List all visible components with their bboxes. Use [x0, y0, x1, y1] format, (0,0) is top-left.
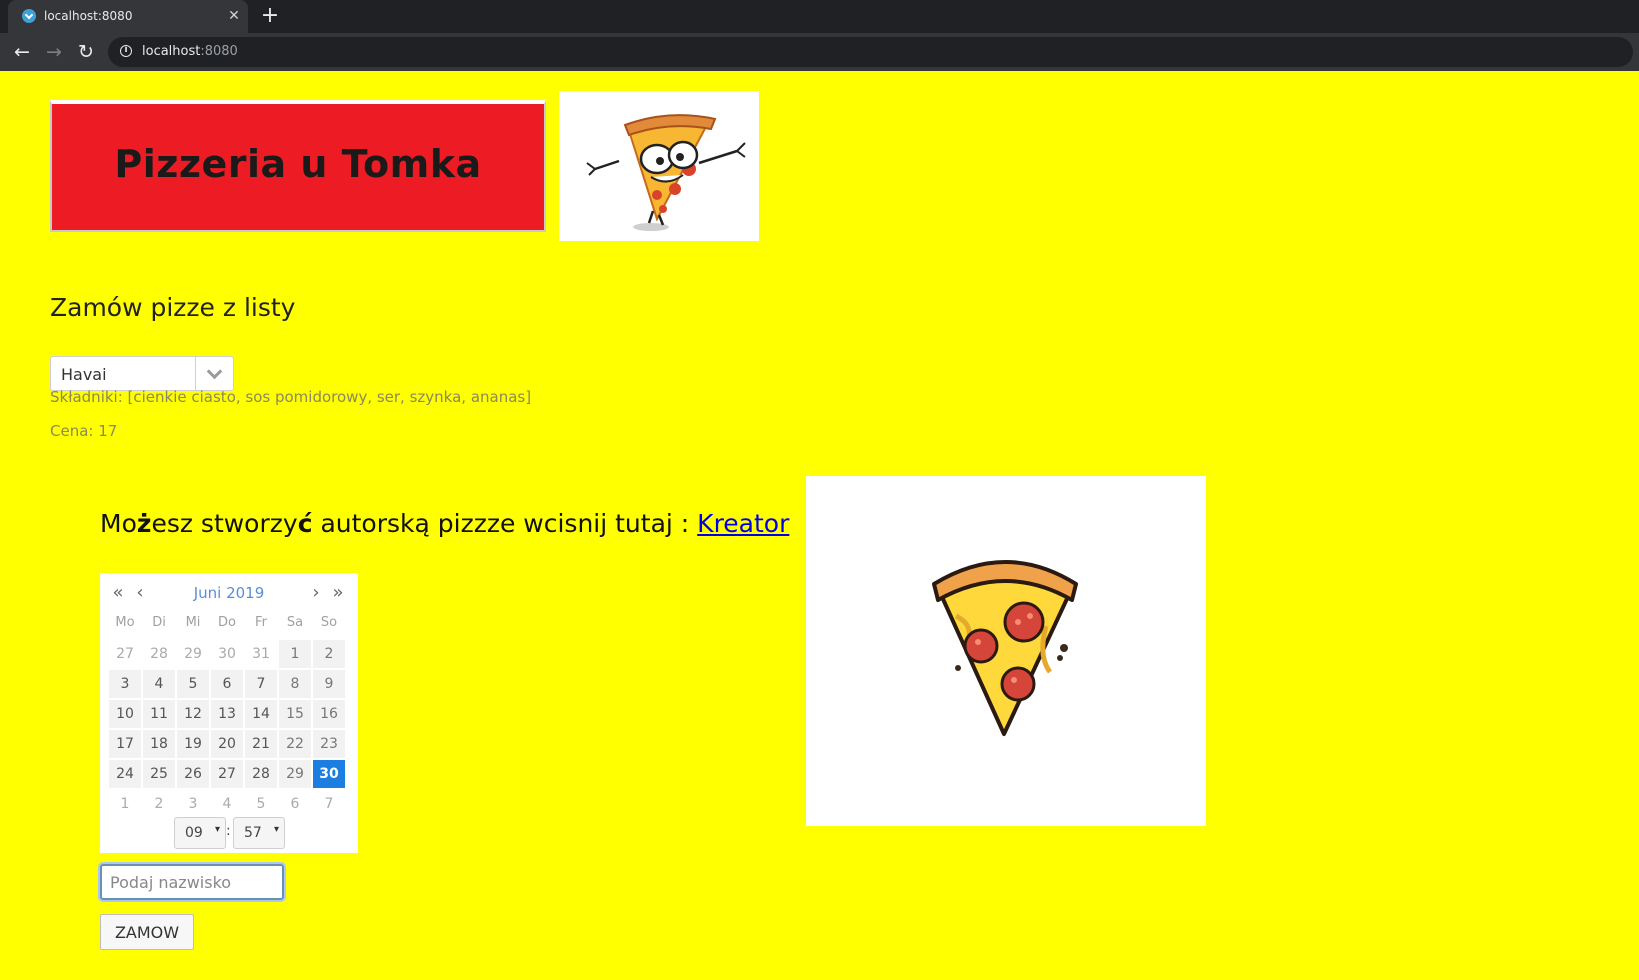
new-tab-icon[interactable]: + — [259, 5, 281, 27]
creator-text-1: Mo — [100, 509, 137, 538]
forward-icon[interactable]: → — [42, 40, 66, 64]
calendar-day[interactable]: 3 — [177, 790, 209, 818]
url-text: localhost:8080 — [142, 44, 238, 59]
calendar-day[interactable]: 6 — [211, 670, 243, 698]
calendar-day[interactable]: 28 — [245, 760, 277, 788]
creator-text-2: ż — [136, 509, 152, 538]
time-separator: : — [226, 823, 231, 839]
page-content: Pizzeria u Tomka Zamów pizze z listy Hav… — [0, 71, 1639, 980]
calendar-day[interactable]: 29 — [177, 640, 209, 668]
weekday-label: So — [320, 615, 338, 630]
caret-down-icon: ▾ — [273, 824, 279, 835]
order-button[interactable]: ZAMOW — [100, 914, 194, 950]
calendar-day[interactable]: 7 — [313, 790, 345, 818]
calendar-day[interactable]: 26 — [177, 760, 209, 788]
pizza-slice-icon — [932, 560, 1078, 736]
calendar-day[interactable]: 2 — [313, 640, 345, 668]
kreator-link[interactable]: Kreator — [697, 509, 789, 538]
calendar-day[interactable]: 30 — [313, 760, 345, 788]
calendar-day[interactable]: 22 — [279, 730, 311, 758]
pizza-select-value: Havai — [61, 365, 107, 384]
calendar-day[interactable]: 14 — [245, 700, 277, 728]
calendar-day[interactable]: 9 — [313, 670, 345, 698]
calendar-day[interactable]: 1 — [279, 640, 311, 668]
ingredients-text: Składniki: [cienkie ciasto, sos pomidoro… — [50, 388, 532, 406]
calendar-day[interactable]: 20 — [211, 730, 243, 758]
calendar-day[interactable]: 18 — [143, 730, 175, 758]
calendar-day[interactable]: 4 — [211, 790, 243, 818]
tab-title: localhost:8080 — [44, 9, 133, 23]
weekday-label: Fr — [255, 615, 267, 630]
weekday-label: Do — [218, 615, 236, 630]
caret-down-icon: ▾ — [214, 824, 220, 835]
creator-text-5: autorską pizzze wcisnij tutaj : — [312, 509, 698, 538]
calendar-day[interactable]: 3 — [109, 670, 141, 698]
browser-tab[interactable]: localhost:8080 ✕ — [8, 0, 248, 33]
calendar-day[interactable]: 28 — [143, 640, 175, 668]
url-host: localhost — [142, 44, 201, 59]
date-picker: « ‹ Juni 2019 › » Mo Di Mi Do Fr Sa So 27 28 29 30… — [100, 573, 358, 853]
calendar-day[interactable]: 17 — [109, 730, 141, 758]
calendar-day[interactable]: 6 — [279, 790, 311, 818]
calendar-day[interactable]: 5 — [245, 790, 277, 818]
calendar-day[interactable]: 2 — [143, 790, 175, 818]
calendar-day[interactable]: 31 — [245, 640, 277, 668]
pizza-mascot-icon — [586, 114, 746, 231]
calendar-day[interactable]: 29 — [279, 760, 311, 788]
calendar-day[interactable]: 16 — [313, 700, 345, 728]
url-port: :8080 — [200, 44, 238, 59]
creator-prompt: Możesz stworzyć autorską pizzze wcisnij … — [100, 509, 789, 538]
creator-text-3: esz stworzy — [151, 509, 298, 538]
calendar-day[interactable]: 30 — [211, 640, 243, 668]
chevron-down-icon[interactable] — [195, 357, 233, 390]
calendar-day[interactable]: 4 — [143, 670, 175, 698]
weekday-label: Di — [152, 615, 166, 630]
calendar-day[interactable]: 1 — [109, 790, 141, 818]
calendar-day[interactable]: 27 — [109, 640, 141, 668]
creator-text-4: ć — [297, 509, 313, 538]
close-tab-icon[interactable]: ✕ — [226, 7, 242, 23]
calendar-day[interactable]: 24 — [109, 760, 141, 788]
pizza-slice-image — [806, 476, 1206, 826]
minute-select[interactable]: 57 ▾ — [233, 817, 285, 849]
banner-image: Pizzeria u Tomka — [50, 100, 546, 232]
reload-icon[interactable]: ↻ — [74, 40, 98, 64]
back-icon[interactable]: ← — [10, 40, 34, 64]
weekday-label: Mo — [115, 615, 135, 630]
favicon-icon — [22, 9, 36, 23]
order-heading: Zamów pizze z listy — [50, 293, 296, 322]
hour-select[interactable]: 09 ▾ — [174, 817, 226, 849]
weekday-label: Sa — [286, 615, 304, 630]
calendar-day[interactable]: 15 — [279, 700, 311, 728]
address-bar[interactable]: i localhost:8080 — [108, 37, 1633, 67]
next-month-icon[interactable]: › — [306, 583, 326, 603]
site-info-icon[interactable]: i — [120, 45, 132, 57]
calendar-day[interactable]: 11 — [143, 700, 175, 728]
hour-value: 09 — [185, 825, 203, 841]
surname-input[interactable] — [98, 862, 286, 902]
pizza-mascot-image — [559, 91, 759, 241]
calendar-day[interactable]: 7 — [245, 670, 277, 698]
banner-title: Pizzeria u Tomka — [114, 142, 482, 186]
calendar-day[interactable]: 19 — [177, 730, 209, 758]
calendar-day[interactable]: 8 — [279, 670, 311, 698]
calendar-day[interactable]: 5 — [177, 670, 209, 698]
pizza-select[interactable]: Havai — [50, 356, 234, 391]
browser-tab-bar: localhost:8080 ✕ + — [0, 0, 1639, 33]
calendar-day[interactable]: 12 — [177, 700, 209, 728]
browser-toolbar: ← → ↻ i localhost:8080 — [0, 33, 1639, 71]
calendar-day[interactable]: 13 — [211, 700, 243, 728]
calendar-day[interactable]: 23 — [313, 730, 345, 758]
weekday-label: Mi — [185, 615, 201, 630]
calendar-grid: Mo Di Mi Do Fr Sa So 27 28 29 30 31 1 2 3 4 5 6 7 8 9 10 11 12 1… — [109, 610, 345, 818]
calendar-day[interactable]: 21 — [245, 730, 277, 758]
calendar-day[interactable]: 27 — [211, 760, 243, 788]
calendar-day[interactable]: 25 — [143, 760, 175, 788]
calendar-day[interactable]: 10 — [109, 700, 141, 728]
next-year-icon[interactable]: » — [328, 583, 348, 603]
price-text: Cena: 17 — [50, 422, 118, 440]
minute-value: 57 — [244, 825, 262, 841]
